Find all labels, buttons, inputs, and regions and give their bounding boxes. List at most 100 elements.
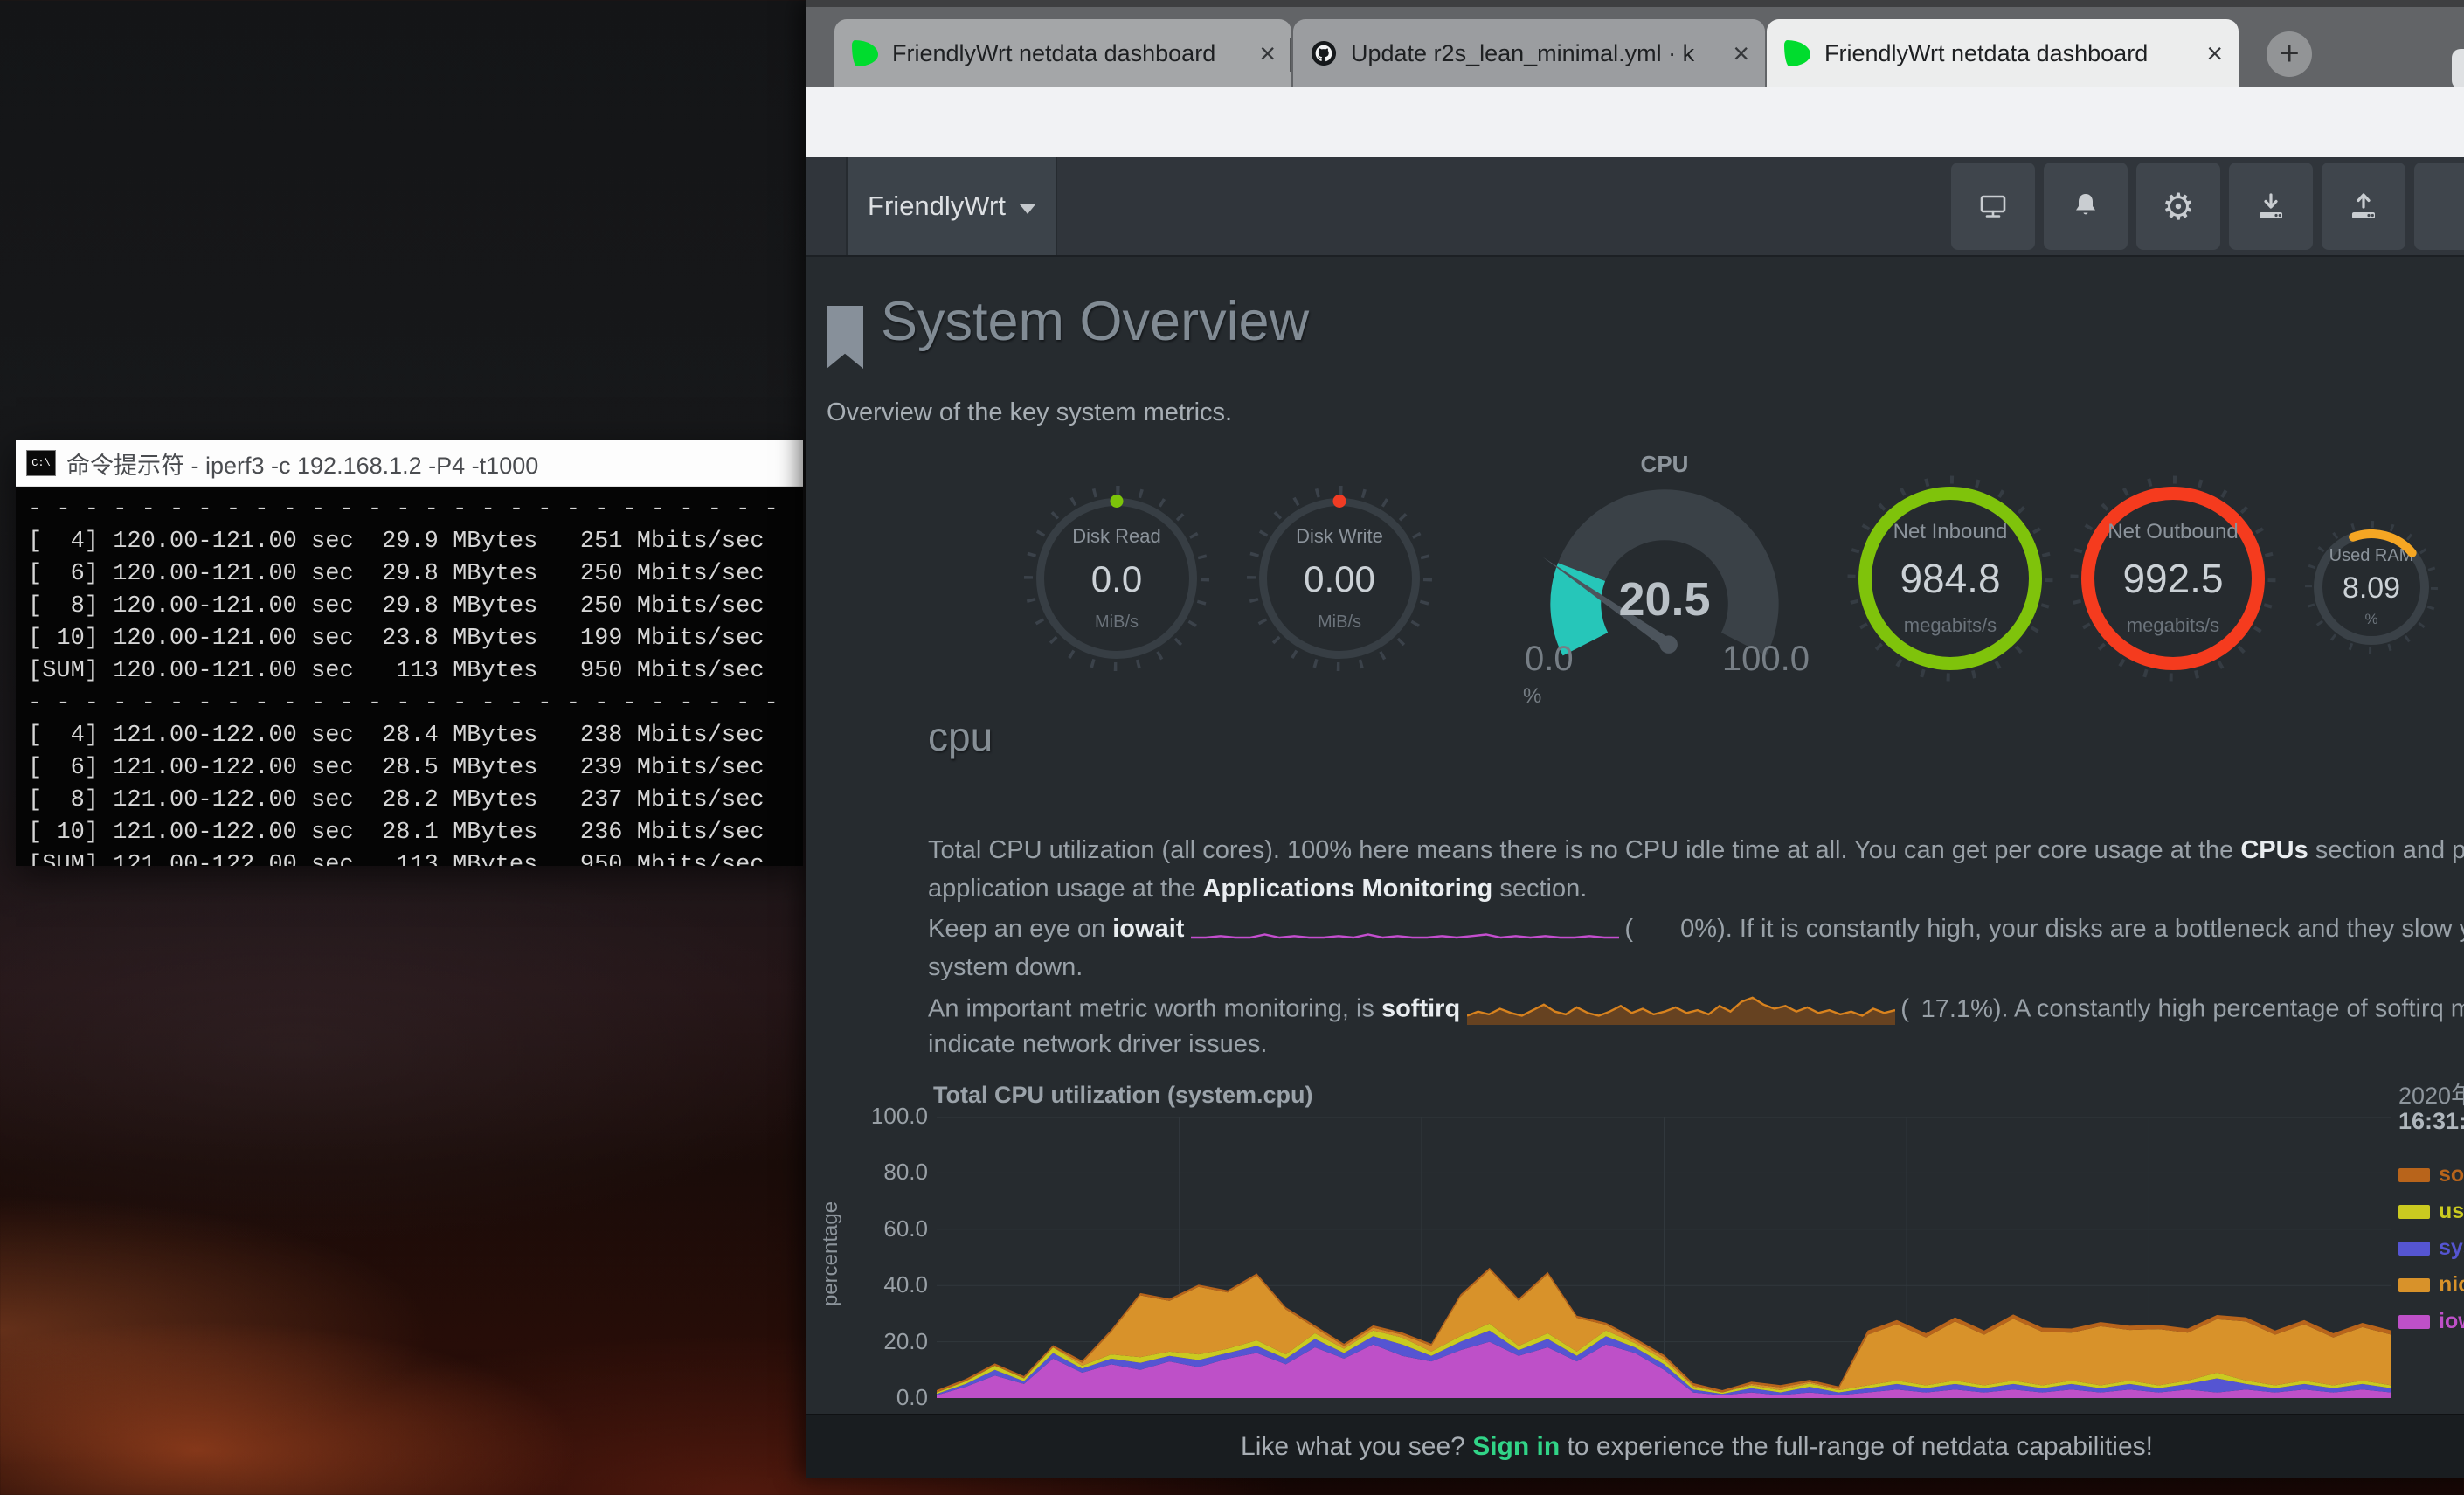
browser-frame-top — [806, 0, 2464, 7]
legend-label: softirq — [2439, 1162, 2464, 1187]
terminal-body[interactable]: - - - - - - - - - - - - - - - - - - - - … — [16, 487, 803, 866]
page-subtitle: Overview of the key system metrics. — [827, 398, 1232, 427]
y-tick: 60.0 — [841, 1215, 928, 1243]
settings-button[interactable]: ⚙ — [2136, 163, 2220, 250]
iowait-sparkline[interactable] — [1191, 917, 1619, 939]
cpu-description-line: Keep an eye on iowait(0%). If it is cons… — [928, 915, 2464, 944]
cpu-description-line: system down. — [928, 953, 1083, 982]
gauge-ring: Net Inbound 984.8 megabits/s — [1858, 487, 2042, 670]
gauge-ring: Net Outbound 992.5 megabits/s — [2081, 487, 2265, 670]
download-icon — [2254, 190, 2288, 223]
gauge-value: 992.5 — [2122, 555, 2223, 602]
host-dropdown[interactable]: FriendlyWrt — [846, 157, 1057, 255]
status-dot — [1111, 495, 1124, 508]
y-tick: 80.0 — [841, 1159, 928, 1187]
legend-item-softirq[interactable]: softirq — [2398, 1162, 2464, 1187]
gauge-unit: MiB/s — [1318, 613, 1361, 633]
terminal-titlebar[interactable]: C:\ 命令提示符 - iperf3 -c 192.168.1.2 -P4 -t… — [16, 440, 803, 487]
gauge-disk-read[interactable]: Disk Read 0.0 MiB/s — [1036, 498, 1197, 659]
terminal-title: 命令提示符 - iperf3 -c 192.168.1.2 -P4 -t1000 — [66, 446, 538, 481]
gauge-net-inbound[interactable]: Net Inbound 984.8 megabits/s — [1858, 487, 2042, 670]
gauge-ring: Disk Read 0.0 MiB/s — [1036, 498, 1197, 659]
chart-timestamp-date: 2020年3 — [2398, 1076, 2464, 1111]
legend-swatch — [2398, 1242, 2430, 1256]
cpu-description-line: Total CPU utilization (all cores). 100% … — [928, 836, 2464, 865]
page-title: System Overview — [881, 290, 1309, 353]
chart-canvas — [937, 1117, 2391, 1398]
gauge-label: Net Inbound — [1893, 520, 2008, 544]
legend-label: iowait — [2439, 1309, 2464, 1334]
legend-swatch — [2398, 1278, 2430, 1292]
y-tick: 100.0 — [841, 1103, 928, 1131]
export-snapshot-button[interactable] — [2322, 163, 2405, 250]
legend-swatch — [2398, 1205, 2430, 1219]
applications-monitoring-link[interactable]: Applications Monitoring — [1202, 875, 1492, 903]
tab-separator — [1290, 38, 1291, 72]
legend-item-nice[interactable]: nice — [2398, 1272, 2464, 1298]
iowait-percent: 0% — [1633, 915, 1717, 944]
ram-usage-arc — [2314, 529, 2429, 645]
tab-close-icon[interactable]: × — [1733, 39, 1749, 67]
chart-timestamp-time: 16:31:2 — [2398, 1108, 2464, 1135]
gauge-ring: Disk Write 0.00 MiB/s — [1259, 498, 1420, 659]
chart-title: Total CPU utilization (system.cpu) — [933, 1082, 1313, 1109]
tab-close-icon[interactable]: × — [2206, 39, 2223, 67]
softirq-percent: 17.1% — [1909, 995, 1993, 1024]
host-name: FriendlyWrt — [868, 190, 1006, 222]
tab-github[interactable]: Update r2s_lean_minimal.yml · k × — [1293, 19, 1765, 87]
gauge-unit: megabits/s — [2127, 614, 2219, 637]
netdata-favicon-icon — [1784, 40, 1810, 66]
clipped-toolbar-button[interactable] — [2414, 163, 2464, 250]
gauge-cpu[interactable]: CPU 20.5 0.0 100.0 % — [1518, 451, 1811, 702]
tab-title: Update r2s_lean_minimal.yml · k — [1351, 40, 1722, 67]
gauge-unit: MiB/s — [1095, 613, 1139, 633]
github-favicon-icon — [1311, 40, 1337, 66]
gauge-value: 0.00 — [1304, 558, 1375, 600]
legend-swatch — [2398, 1168, 2430, 1182]
signin-text: Like what you see? — [1241, 1432, 1472, 1461]
gauge-used-ram[interactable]: Used RAM 8.09 % — [2314, 529, 2429, 645]
tab-netdata-2-active[interactable]: FriendlyWrt netdata dashboard × — [1767, 19, 2239, 87]
legend-label: nice — [2439, 1272, 2464, 1298]
y-tick: 40.0 — [841, 1271, 928, 1299]
nodes-view-button[interactable] — [1951, 163, 2035, 250]
cpu-description-line: application usage at the Applications Mo… — [928, 875, 1587, 903]
gauge-net-outbound[interactable]: Net Outbound 992.5 megabits/s — [2081, 487, 2265, 670]
signin-link[interactable]: Sign in — [1472, 1432, 1560, 1461]
netdata-navbar: FriendlyWrt ⚙ — [806, 157, 2464, 257]
tab-netdata-1[interactable]: FriendlyWrt netdata dashboard × — [834, 19, 1291, 87]
gauge-label: Disk Write — [1296, 525, 1383, 548]
status-dot — [1333, 495, 1346, 508]
gauge-label: CPU — [1518, 451, 1811, 478]
legend-label: user — [2439, 1199, 2464, 1224]
screen: { "desktop": { "terminal": { "title": "命… — [0, 0, 2464, 1495]
tab-close-icon[interactable]: × — [1259, 39, 1276, 67]
terminal-window[interactable]: C:\ 命令提示符 - iperf3 -c 192.168.1.2 -P4 -t… — [16, 440, 803, 866]
chart-legend: softirq user system nice iowait — [2398, 1162, 2464, 1346]
cmd-prompt-icon: C:\ — [26, 450, 56, 476]
gauge-label: Net Outbound — [2108, 520, 2238, 544]
gauge-value: 0.0 — [1091, 558, 1142, 600]
cpu-utilization-chart[interactable] — [937, 1117, 2391, 1398]
gauge-disk-write[interactable]: Disk Write 0.00 MiB/s — [1259, 498, 1420, 659]
tab-strip: FriendlyWrt netdata dashboard × Update r… — [806, 7, 2464, 87]
softirq-sparkline[interactable] — [1467, 991, 1895, 1026]
legend-item-system[interactable]: system — [2398, 1235, 2464, 1261]
browser-toolbar: 不安全 192.168.2.1:19999/#menu_system_subme… — [806, 87, 2464, 157]
upload-icon — [2347, 190, 2380, 223]
chevron-down-icon — [1020, 204, 1035, 214]
legend-item-iowait[interactable]: iowait — [2398, 1309, 2464, 1334]
gauge-unit: % — [1523, 684, 1541, 709]
cpus-link[interactable]: CPUs — [2240, 836, 2308, 864]
alarms-button[interactable] — [2044, 163, 2128, 250]
legend-item-user[interactable]: user — [2398, 1199, 2464, 1224]
y-tick: 0.0 — [841, 1384, 928, 1412]
terminal-output: - - - - - - - - - - - - - - - - - - - - … — [28, 494, 791, 866]
cpu-description-line: An important metric worth monitoring, is… — [928, 991, 2464, 1029]
tab-title: FriendlyWrt netdata dashboard — [1824, 40, 2196, 67]
new-tab-button[interactable]: + — [2267, 31, 2312, 77]
import-snapshot-button[interactable] — [2229, 163, 2313, 250]
gauge-value: 20.5 — [1518, 572, 1811, 626]
gauge-min: 0.0 — [1525, 640, 1574, 679]
gauge-unit: megabits/s — [1904, 614, 1997, 637]
